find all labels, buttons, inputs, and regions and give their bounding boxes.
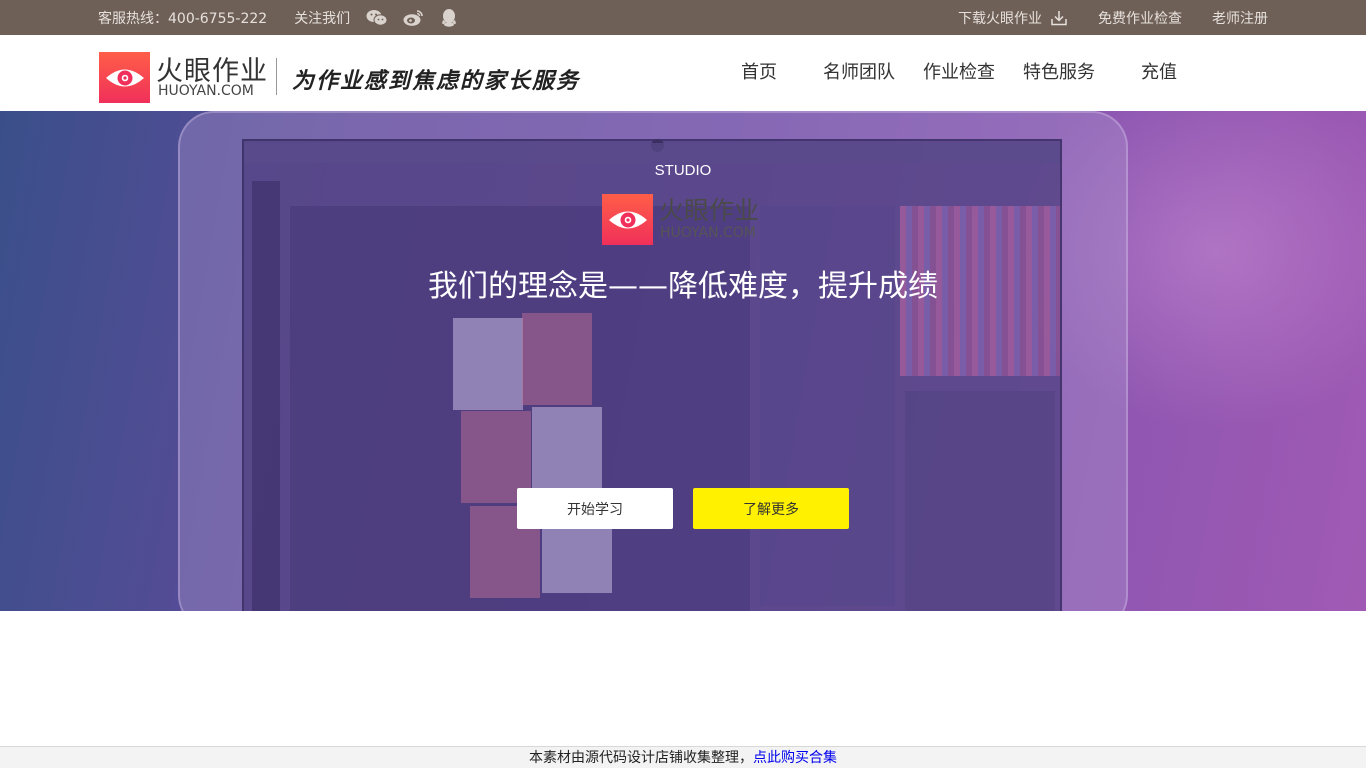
- nav-teachers[interactable]: 名师团队: [798, 35, 920, 111]
- main-nav: 首页 名师团队 作业检查 特色服务 充值: [720, 35, 1198, 111]
- studio-label: STUDIO: [654, 162, 712, 179]
- download-app-label: 下载火眼作业: [958, 10, 1042, 27]
- hero-logo-eye-icon: [602, 194, 653, 245]
- wechat-icon[interactable]: [366, 7, 388, 29]
- weibo-icon[interactable]: [402, 7, 424, 29]
- hotline-text: 客服热线：400-6755-222: [98, 10, 268, 27]
- buy-collection-link[interactable]: 点此购买合集: [753, 750, 837, 766]
- footer-text: 本素材由源代码设计店铺收集整理，: [529, 750, 753, 766]
- top-bar: 客服热线：400-6755-222 关注我们 下载火眼作业 免费作业检查 老师注…: [0, 0, 1366, 35]
- nav-home[interactable]: 首页: [720, 35, 798, 111]
- download-app-link[interactable]: 下载火眼作业: [958, 8, 1068, 28]
- teacher-register-link[interactable]: 老师注册: [1212, 8, 1268, 28]
- slogan: 为作业感到焦虑的家长服务: [292, 68, 581, 94]
- hero-logo-domain: HUOYAN.COM: [660, 225, 756, 241]
- hero-banner: STUDIO 火眼作业 HUOYAN.COM 我们的理念是——降低难度，提升成绩…: [0, 111, 1366, 611]
- logo-eye-icon[interactable]: [99, 52, 150, 103]
- site-header: 火眼作业 HUOYAN.COM 为作业感到焦虑的家长服务 首页 名师团队 作业检…: [0, 35, 1366, 111]
- nav-homework-check[interactable]: 作业检查: [920, 35, 998, 111]
- footer-notice: 本素材由源代码设计店铺收集整理，点此购买合集: [0, 746, 1366, 768]
- start-learning-button[interactable]: 开始学习: [517, 488, 673, 529]
- logo-domain: HUOYAN.COM: [158, 83, 254, 99]
- editor-menubar-image: [244, 143, 1060, 163]
- editor-properties-image: [905, 391, 1055, 611]
- download-icon: [1050, 10, 1068, 26]
- follow-us-label: 关注我们: [294, 10, 351, 27]
- canvas-card-image: [453, 318, 523, 410]
- logo-divider: [276, 58, 277, 95]
- hero-title: 我们的理念是——降低难度，提升成绩: [428, 269, 938, 304]
- canvas-card-image: [532, 407, 602, 499]
- hero-logo-title: 火眼作业: [659, 196, 760, 225]
- qq-icon[interactable]: [438, 7, 460, 29]
- nav-special-services[interactable]: 特色服务: [998, 35, 1120, 111]
- canvas-card-image: [522, 313, 592, 405]
- free-homework-check-link[interactable]: 免费作业检查: [1098, 8, 1182, 28]
- editor-toolbox-image: [252, 181, 280, 611]
- nav-recharge[interactable]: 充值: [1120, 35, 1198, 111]
- learn-more-button[interactable]: 了解更多: [693, 488, 849, 529]
